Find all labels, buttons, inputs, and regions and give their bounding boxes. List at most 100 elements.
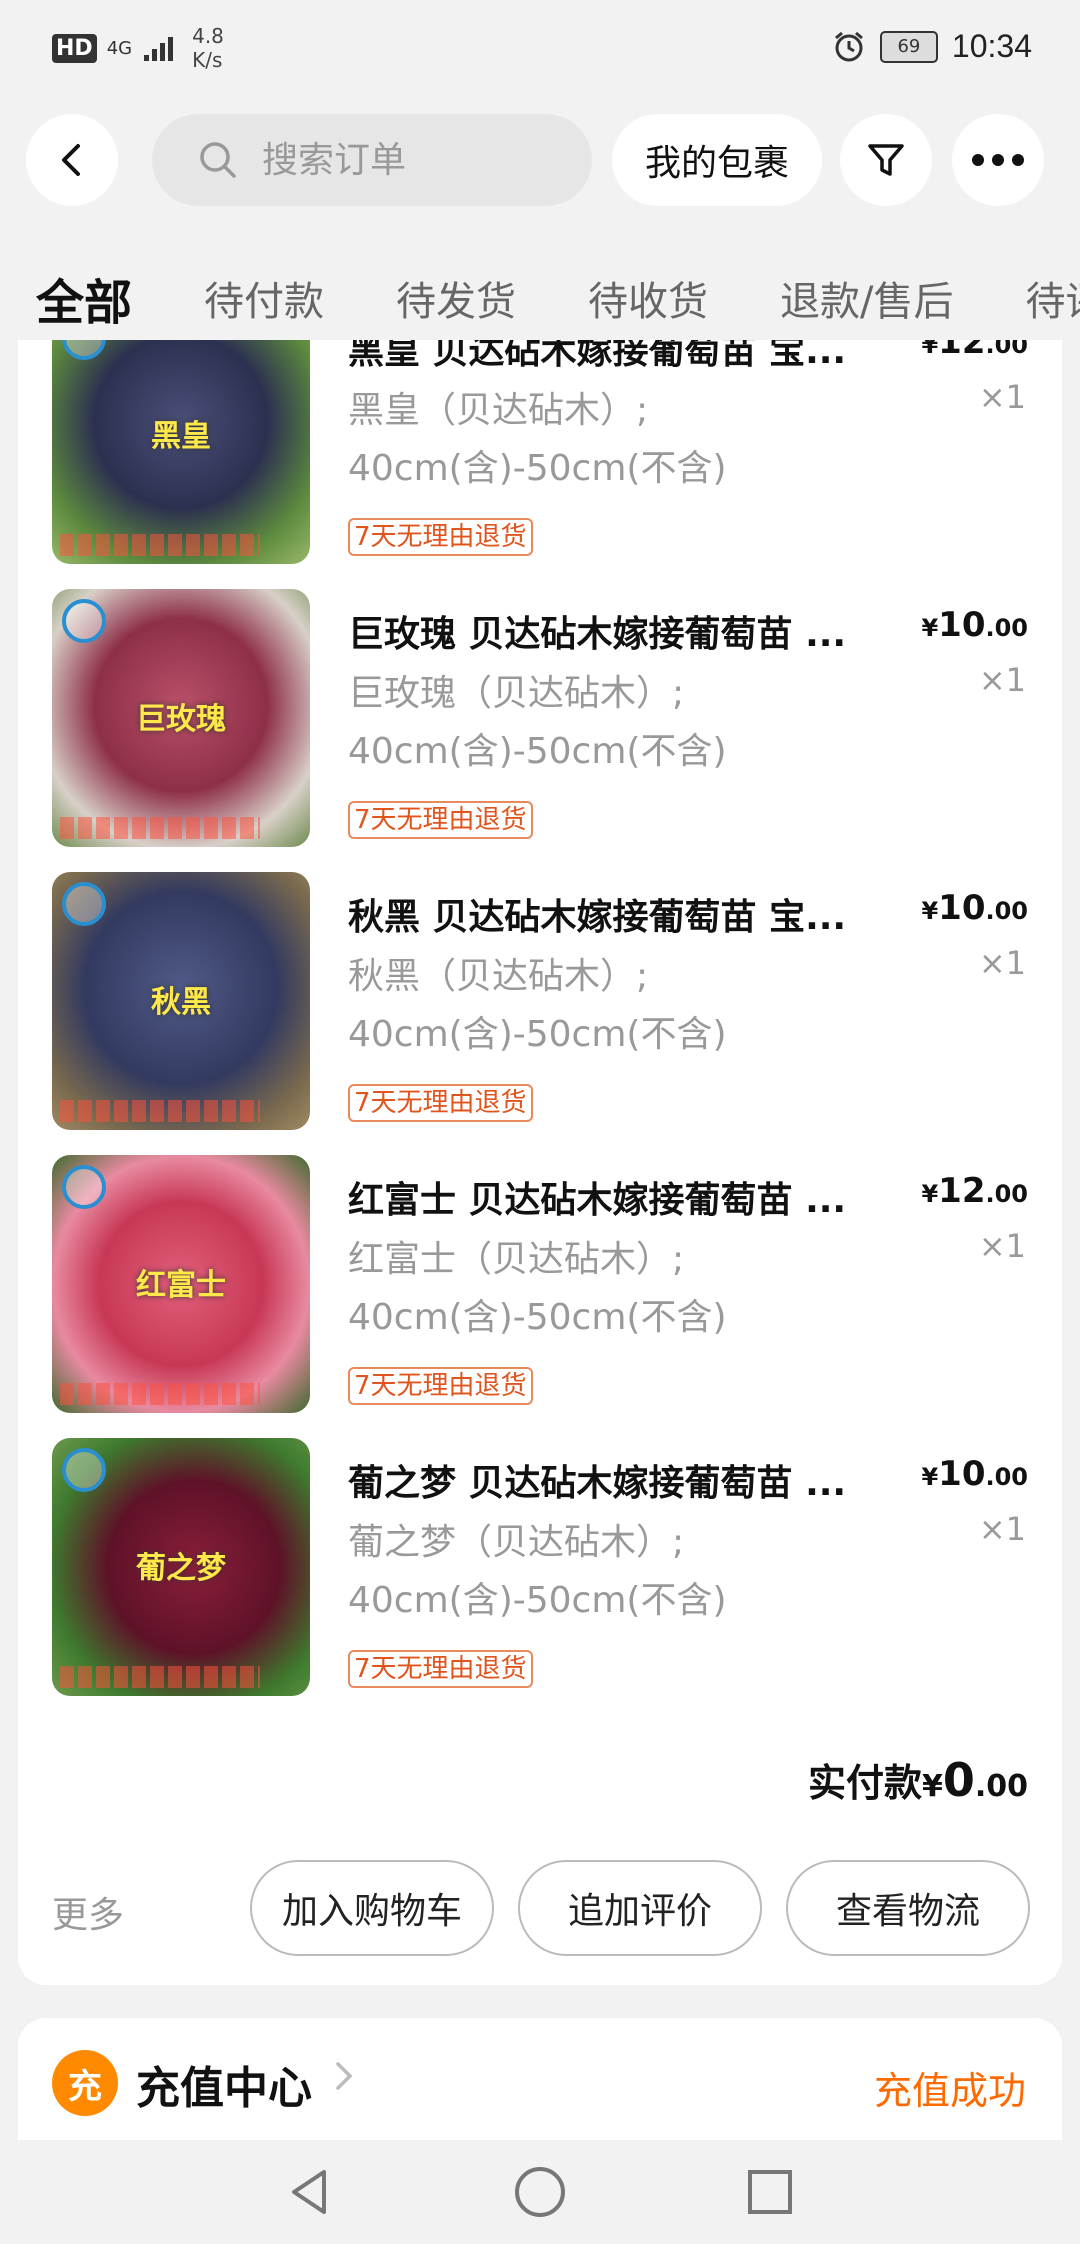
hd-badge: HD	[52, 33, 97, 63]
back-button[interactable]	[26, 114, 118, 206]
order-actions: 更多 加入购物车 追加评价 查看物流	[18, 1860, 1062, 1960]
price-integer: 10	[938, 1454, 986, 1494]
status-bar: HD 4G 4.8 K/s 69 10:34	[0, 0, 1080, 100]
nav-recents-icon	[748, 2170, 792, 2214]
currency-symbol: ¥	[921, 1769, 943, 1804]
product-price: ¥10.00	[921, 888, 1028, 928]
nav-home-icon	[515, 2167, 565, 2217]
currency-symbol: ¥	[921, 897, 939, 925]
product-image[interactable]: 巨玫瑰	[52, 589, 310, 847]
brand-logo-icon	[62, 599, 106, 643]
tab-pending-review[interactable]: 待评价	[1026, 269, 1080, 327]
more-link[interactable]: 更多	[52, 1886, 124, 1938]
product-title[interactable]: 秋黑 贝达砧木嫁接葡萄苗 宝...	[348, 888, 898, 940]
product-quantity: ×1	[978, 378, 1026, 416]
order-item[interactable]: 红富士 红富士 贝达砧木嫁接葡萄苗 ... ¥12.00 ×1 红富士（贝达砧木…	[18, 1155, 1062, 1438]
tab-pending-receipt[interactable]: 待收货	[588, 269, 708, 327]
product-sku: 葡之梦（贝达砧木）; 40cm(含)-50cm(不含)	[348, 1514, 908, 1630]
product-sku: 秋黑（贝达砧木）; 40cm(含)-50cm(不含)	[348, 948, 908, 1064]
sku-variety: 秋黑（贝达砧木）;	[348, 956, 649, 997]
order-tabs: 全部 待付款 待发货 待收货 退款/售后 待评价	[0, 258, 1080, 338]
network-speed: 4.8 K/s	[192, 24, 224, 72]
nav-recents-button[interactable]	[738, 2160, 802, 2224]
product-image[interactable]: 葡之梦	[52, 1438, 310, 1696]
network-type: 4G	[106, 37, 133, 59]
product-price: ¥10.00	[921, 605, 1028, 645]
speed-unit: K/s	[192, 48, 223, 72]
top-bar: 我的包裹	[0, 110, 1080, 210]
price-decimal: .00	[985, 614, 1028, 642]
search-icon	[200, 142, 236, 178]
return-policy-tag: 7天无理由退货	[348, 1650, 533, 1688]
tab-refund[interactable]: 退款/售后	[780, 269, 953, 327]
sku-size: 40cm(含)-50cm(不含)	[348, 1580, 727, 1621]
signal-icon	[144, 37, 174, 61]
filter-icon	[868, 144, 904, 176]
order-item[interactable]: 黑皇 黑皇 贝达砧木嫁接葡萄苗 宝... ¥12.00 ×1 黑皇（贝达砧木）;…	[18, 340, 1062, 589]
speed-value: 4.8	[192, 24, 224, 48]
brand-logo-icon	[62, 1448, 106, 1492]
brand-logo-icon	[62, 882, 106, 926]
fine-print	[60, 817, 260, 839]
nav-home-button[interactable]	[508, 2160, 572, 2224]
product-quantity: ×1	[978, 1510, 1026, 1548]
product-quantity: ×1	[978, 944, 1026, 982]
my-package-button[interactable]: 我的包裹	[612, 114, 822, 206]
clock: 10:34	[951, 28, 1032, 64]
sku-variety: 葡之梦（贝达砧木）;	[348, 1522, 685, 1563]
back-arrow-icon	[62, 144, 80, 176]
return-policy-tag: 7天无理由退货	[348, 518, 533, 556]
more-menu-button[interactable]	[952, 114, 1044, 206]
nav-back-button[interactable]	[278, 2160, 342, 2224]
tab-all[interactable]: 全部	[36, 263, 132, 333]
tab-pending-payment[interactable]: 待付款	[204, 269, 324, 327]
view-logistics-button[interactable]: 查看物流	[786, 1860, 1030, 1956]
return-policy-tag: 7天无理由退货	[348, 1084, 533, 1122]
add-review-button[interactable]: 追加评价	[518, 1860, 762, 1956]
recharge-title[interactable]: 充值中心	[136, 2052, 312, 2116]
product-image[interactable]: 黑皇	[52, 340, 310, 564]
product-sku: 黑皇（贝达砧木）; 40cm(含)-50cm(不含)	[348, 382, 908, 498]
price-integer: 12	[938, 1171, 986, 1211]
search-bar[interactable]	[152, 114, 592, 206]
battery-icon: 69	[879, 30, 938, 63]
order-total: 实付款 ¥0.00	[808, 1752, 1028, 1807]
product-image-label: 秋黑	[151, 985, 211, 1020]
product-image-label: 巨玫瑰	[136, 702, 226, 737]
nav-back-icon	[292, 2170, 326, 2214]
product-image[interactable]: 红富士	[52, 1155, 310, 1413]
status-left: HD 4G 4.8 K/s	[52, 24, 224, 72]
price-decimal: .00	[985, 897, 1028, 925]
product-title[interactable]: 巨玫瑰 贝达砧木嫁接葡萄苗 ...	[348, 605, 898, 657]
product-sku: 红富士（贝达砧木）; 40cm(含)-50cm(不含)	[348, 1231, 908, 1347]
product-price: ¥10.00	[921, 1454, 1028, 1494]
tab-pending-shipment[interactable]: 待发货	[396, 269, 516, 327]
sku-size: 40cm(含)-50cm(不含)	[348, 1014, 727, 1055]
order-item[interactable]: 秋黑 秋黑 贝达砧木嫁接葡萄苗 宝... ¥10.00 ×1 秋黑（贝达砧木）;…	[18, 872, 1062, 1155]
product-title[interactable]: 黑皇 贝达砧木嫁接葡萄苗 宝...	[348, 340, 898, 374]
recharge-icon: 充	[52, 2050, 118, 2116]
chevron-right-icon	[336, 2062, 353, 2090]
product-quantity: ×1	[978, 1227, 1026, 1265]
sku-size: 40cm(含)-50cm(不含)	[348, 448, 727, 489]
product-title[interactable]: 红富士 贝达砧木嫁接葡萄苗 ...	[348, 1171, 898, 1223]
total-integer: 0	[942, 1753, 975, 1807]
fine-print	[60, 1666, 260, 1688]
price-decimal: .00	[985, 1180, 1028, 1208]
status-right: 69 10:34	[832, 28, 1032, 65]
order-item[interactable]: 葡之梦 葡之梦 贝达砧木嫁接葡萄苗 ... ¥10.00 ×1 葡之梦（贝达砧木…	[18, 1438, 1062, 1721]
filter-button[interactable]	[840, 114, 932, 206]
order-item[interactable]: 巨玫瑰 巨玫瑰 贝达砧木嫁接葡萄苗 ... ¥10.00 ×1 巨玫瑰（贝达砧木…	[18, 589, 1062, 872]
search-input[interactable]	[260, 138, 564, 182]
system-nav-bar	[0, 2140, 1080, 2244]
add-to-cart-button[interactable]: 加入购物车	[250, 1860, 494, 1956]
sku-variety: 巨玫瑰（贝达砧木）;	[348, 673, 685, 714]
currency-symbol: ¥	[921, 1463, 939, 1491]
product-image[interactable]: 秋黑	[52, 872, 310, 1130]
alarm-icon	[834, 31, 863, 61]
sku-size: 40cm(含)-50cm(不含)	[348, 1297, 727, 1338]
return-policy-tag: 7天无理由退货	[348, 801, 533, 839]
product-title[interactable]: 葡之梦 贝达砧木嫁接葡萄苗 ...	[348, 1454, 898, 1506]
product-price: ¥12.00	[921, 1171, 1028, 1211]
fine-print	[60, 534, 260, 556]
